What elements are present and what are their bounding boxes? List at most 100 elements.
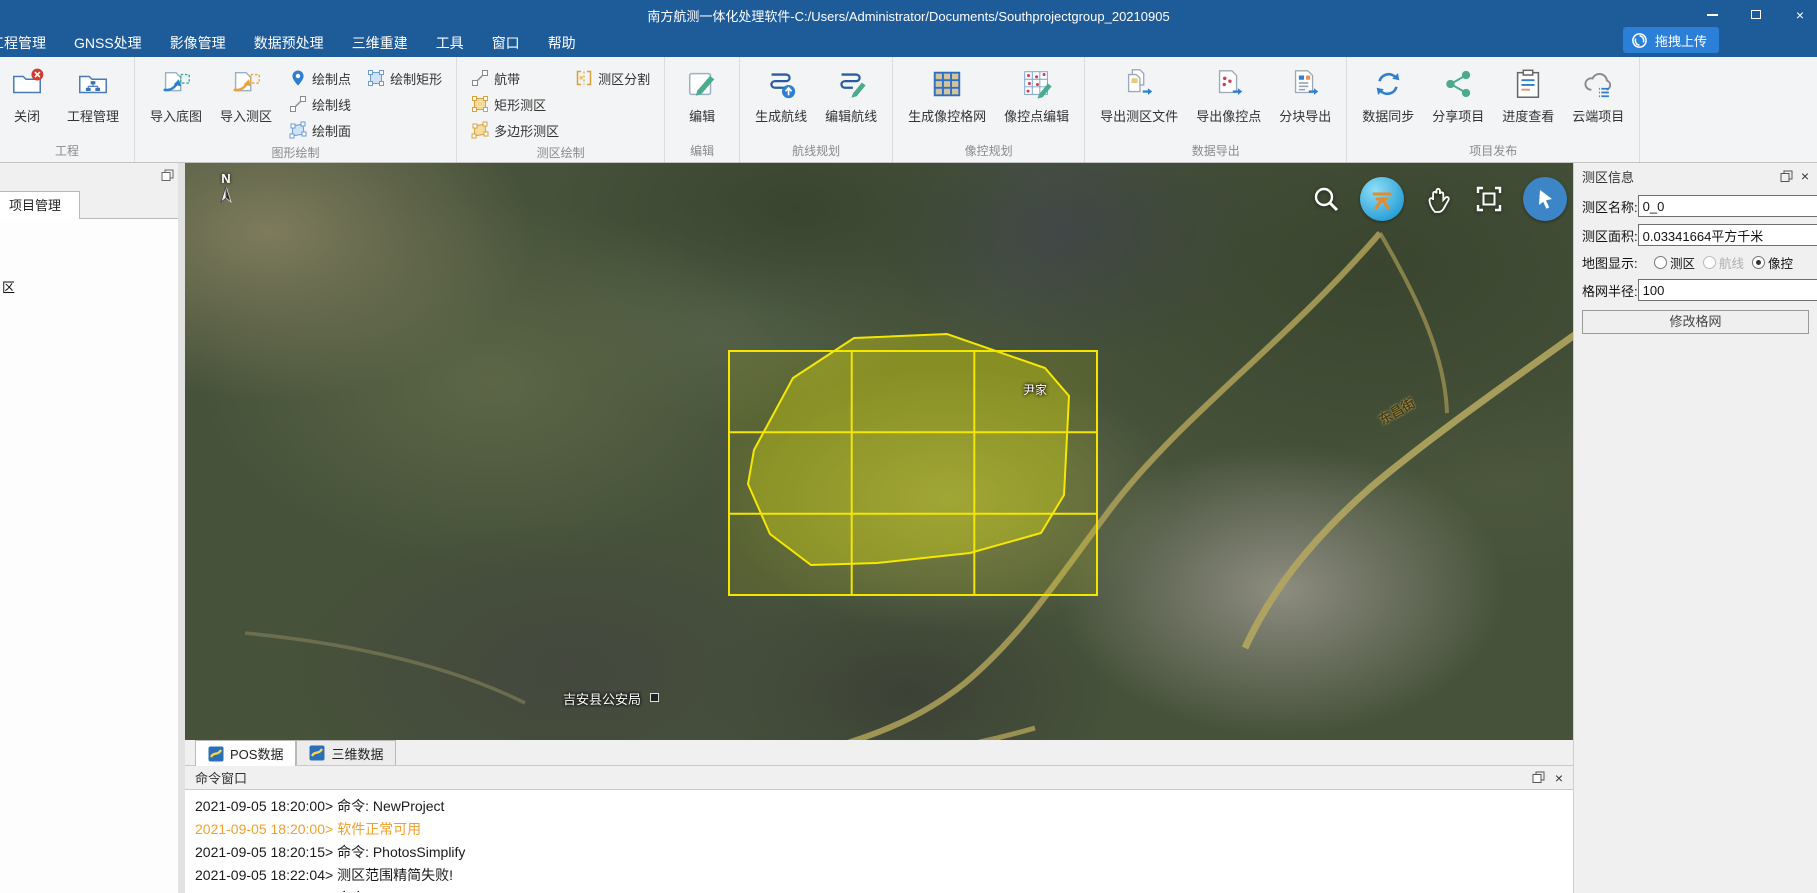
tree-item-survey-area[interactable]: 区 [2,277,15,296]
edit-route-button[interactable]: 编辑航线 [818,61,884,127]
map-label-poi: 吉安县公安局 [563,689,641,708]
rect-area-icon [471,95,489,113]
panel-close-icon[interactable]: × [1801,168,1809,184]
radio-survey-area[interactable]: 测区 [1654,253,1695,272]
gen-grid-button[interactable]: 生成像控格网 [901,61,993,127]
compass-north-label: N [209,171,243,186]
draw-point-button[interactable]: 绘制点 [283,65,357,91]
group-label-project: 工程 [8,141,126,161]
menu-project[interactable]: 工程管理 [0,29,60,57]
maximize-button[interactable] [1745,5,1767,25]
group-label-edit: 编辑 [673,141,731,161]
data-sync-icon [1371,67,1405,101]
menu-help[interactable]: 帮助 [534,29,590,57]
draw-rect-label: 绘制矩形 [390,69,442,88]
log-line: 2021-09-05 18:20:00> 命令: NewProject [195,795,1573,818]
log-line: 2021-09-05 18:26:20> 命令: NewProjection [195,887,1573,892]
project-tree: 区 [0,219,178,893]
tab-3d-data-label: 三维数据 [331,744,383,763]
share-project-button[interactable]: 分享项目 [1425,61,1491,127]
gen-route-button[interactable]: 生成航线 [748,61,814,127]
console-float-icon[interactable] [1532,771,1545,784]
ctrl-point-edit-button[interactable]: 像控点编辑 [997,61,1076,127]
ribbon-group-survey-draw: 航带 矩形测区 [457,57,665,162]
ctrl-point-edit-label: 像控点编辑 [1004,106,1069,125]
menu-image[interactable]: 影像管理 [156,29,240,57]
draw-rect-button[interactable]: 绘制矩形 [361,65,448,91]
zoom-extent-icon[interactable] [1472,182,1506,216]
console-close-icon[interactable]: × [1555,770,1563,786]
console-log[interactable]: 2021-09-05 18:20:00> 命令: NewProject 2021… [185,790,1573,892]
tab-3d-data[interactable]: 三维数据 [296,740,396,765]
menu-window[interactable]: 窗口 [478,29,534,57]
survey-name-input[interactable] [1638,195,1817,217]
cloud-project-button[interactable]: 云端项目 [1565,61,1631,127]
export-ctrl-button[interactable]: 导出像控点 [1189,61,1268,127]
export-area-button[interactable]: 导出测区文件 [1093,61,1185,127]
menu-3d[interactable]: 三维重建 [338,29,422,57]
gen-route-label: 生成航线 [755,106,807,125]
group-label-publish: 项目发布 [1355,141,1631,161]
data-sync-button[interactable]: 数据同步 [1355,61,1421,127]
area-split-button[interactable]: 测区分割 [569,65,656,91]
poly-area-button[interactable]: 多边形测区 [465,117,565,143]
rect-area-button[interactable]: 矩形测区 [465,91,565,117]
basemap-layer-icon[interactable] [1360,177,1404,221]
drag-upload-button[interactable]: 拖拽上传 [1623,27,1719,53]
survey-area-input[interactable] [1638,224,1817,246]
menu-tools[interactable]: 工具 [422,29,478,57]
panel-splitter[interactable] [178,163,185,893]
progress-view-icon [1511,67,1545,101]
window-title: 南方航测一体化处理软件-C:/Users/Administrator/Docum… [0,6,1817,25]
project-mgmt-label: 工程管理 [67,106,119,125]
survey-info-title: 测区信息 [1582,167,1634,186]
data-dock-tabbar: POS数据 三维数据 [185,740,1573,766]
project-mgmt-button[interactable]: 工程管理 [60,61,126,127]
survey-overlay-layer[interactable] [185,163,1573,740]
map-viewport[interactable]: N [185,163,1573,740]
tab-project-management[interactable]: 项目管理 [0,191,80,220]
edit-route-label: 编辑航线 [825,106,877,125]
area-split-label: 测区分割 [598,69,650,88]
menu-gnss[interactable]: GNSS处理 [60,29,156,57]
grid-radius-input[interactable] [1638,279,1817,301]
radio-image-control[interactable]: 像控 [1752,253,1793,272]
minimize-button[interactable] [1701,5,1723,25]
group-label-route: 航线规划 [748,141,884,161]
pan-hand-icon[interactable] [1421,182,1455,216]
ribbon-group-publish: 数据同步 分享项目 进度查看 [1347,57,1640,162]
poly-area-icon [471,121,489,139]
group-label-drawing: 图形绘制 [143,143,448,163]
menu-preprocess[interactable]: 数据预处理 [240,29,338,57]
ribbon-toolbar: 关闭 工程管理 工程 [0,57,1817,163]
edit-button[interactable]: 编辑 [673,61,731,127]
draw-line-icon [289,95,307,113]
panel-float-icon[interactable] [1780,170,1793,183]
dock-float-icon[interactable] [161,169,174,182]
block-export-button[interactable]: 分块导出 [1272,61,1338,127]
select-cursor-icon[interactable] [1523,177,1567,221]
progress-view-button[interactable]: 进度查看 [1495,61,1561,127]
draw-line-button[interactable]: 绘制线 [283,91,357,117]
close-project-label: 关闭 [14,106,40,125]
import-area-button[interactable]: 导入测区 [213,61,279,127]
map-toolbar [1309,177,1567,221]
flight-strip-button[interactable]: 航带 [465,65,565,91]
data-sync-label: 数据同步 [1362,106,1414,125]
search-icon[interactable] [1309,182,1343,216]
draw-polygon-button[interactable]: 绘制面 [283,117,357,143]
close-window-button[interactable]: × [1789,5,1811,25]
pos-data-icon [208,746,224,762]
log-line: 2021-09-05 18:20:15> 命令: PhotosSimplify [195,841,1573,864]
modify-grid-button[interactable]: 修改格网 [1582,310,1809,334]
poi-marker-icon [650,693,659,702]
close-folder-icon [10,67,44,101]
import-basemap-button[interactable]: 导入底图 [143,61,209,127]
gen-route-icon [764,67,798,101]
tab-pos-data[interactable]: POS数据 [195,740,296,766]
map-display-label: 地图显示: [1582,253,1652,272]
ribbon-group-export: 导出测区文件 导出像控点 [1085,57,1347,162]
project-dock-panel: 项目管理 区 [0,163,178,893]
radio-route[interactable]: 航线 [1703,253,1744,272]
close-project-button[interactable]: 关闭 [0,61,56,127]
